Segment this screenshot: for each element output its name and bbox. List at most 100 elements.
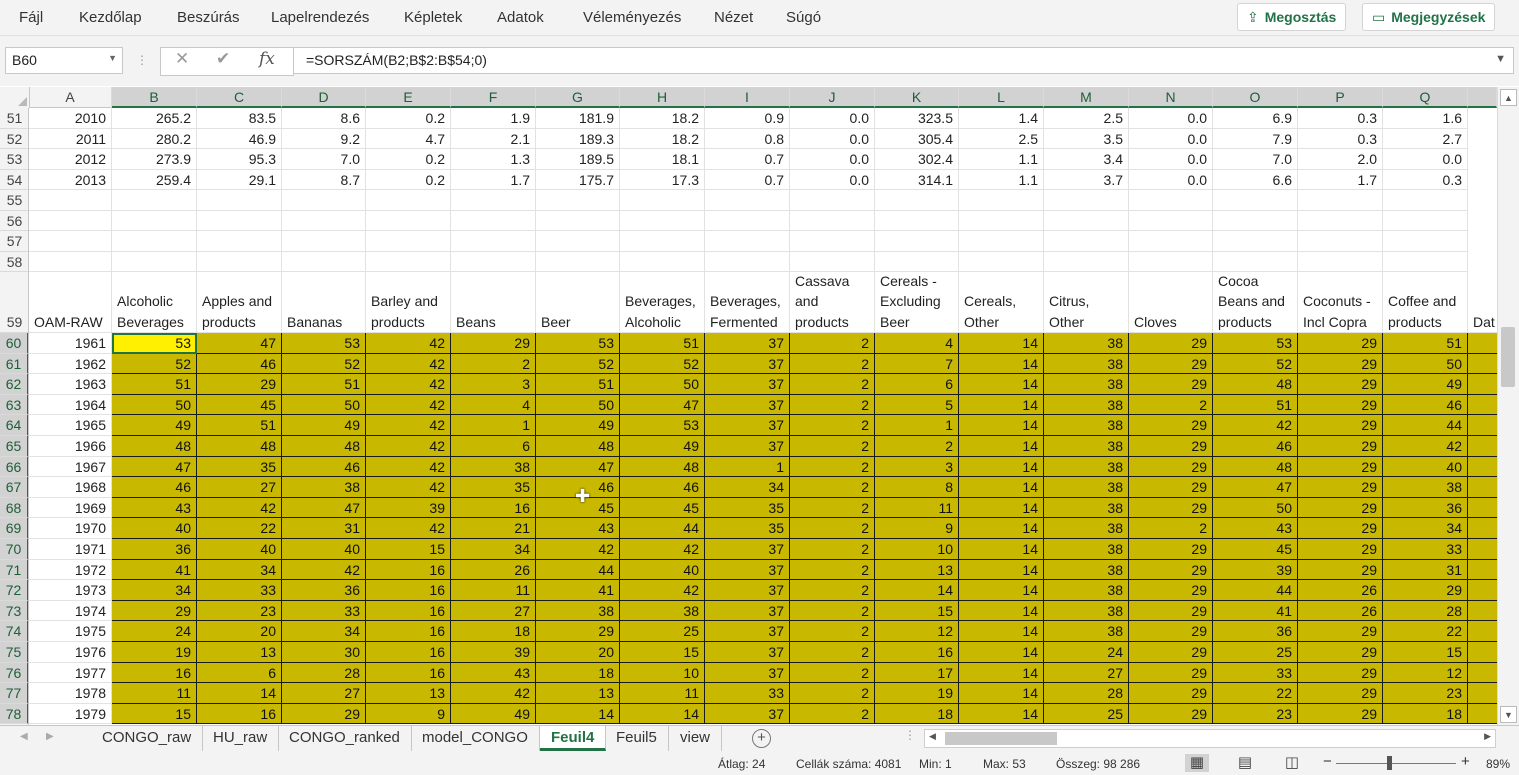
zoom-slider[interactable]	[1336, 763, 1456, 764]
data-cell[interactable]: 3.7	[1044, 170, 1129, 190]
rank-cell[interactable]: 2	[790, 477, 875, 498]
empty-cell[interactable]	[959, 190, 1044, 211]
rank-cell[interactable]: 44	[1383, 415, 1468, 436]
rank-cell[interactable]: 2	[875, 436, 959, 457]
row-header[interactable]: 54	[0, 170, 28, 190]
rank-cell[interactable]: 35	[197, 456, 282, 478]
data-cell[interactable]: 9.2	[282, 129, 366, 149]
rank-cell[interactable]: 29	[1298, 539, 1383, 560]
rank-cell[interactable]: 4	[875, 333, 959, 354]
data-cell[interactable]: 1.1	[959, 149, 1044, 170]
empty-cell[interactable]	[197, 252, 282, 272]
rank-cell[interactable]: 34	[282, 621, 366, 642]
row-header[interactable]: 73	[0, 600, 28, 622]
zoom-in-button[interactable]: +	[1461, 753, 1470, 770]
row-header[interactable]: 66	[0, 456, 28, 478]
rank-cell[interactable]: 14	[959, 642, 1044, 663]
rank-cell[interactable]: 51	[1213, 394, 1298, 416]
empty-cell[interactable]	[197, 190, 282, 211]
rank-cell[interactable]: 42	[620, 580, 705, 601]
page-layout-icon[interactable]: ▤	[1233, 754, 1257, 772]
rank-cell[interactable]: 26	[451, 559, 536, 581]
rank-cell[interactable]: 42	[197, 497, 282, 519]
zoom-slider-thumb[interactable]	[1387, 756, 1392, 770]
rank-cell[interactable]: 2	[790, 559, 875, 581]
data-cell[interactable]: 302.4	[875, 149, 959, 170]
rank-cell[interactable]: 14	[536, 703, 620, 725]
data-cell[interactable]: 7.0	[1213, 149, 1298, 170]
empty-cell[interactable]	[790, 211, 875, 231]
share-button[interactable]: ⇪ Megosztás	[1237, 3, 1347, 31]
rank-cell[interactable]: 38	[536, 600, 620, 622]
year-cell[interactable]: 1963	[29, 374, 112, 395]
rank-cell[interactable]: 14	[959, 394, 1044, 416]
rank-cell[interactable]: 38	[451, 456, 536, 478]
rank-cell[interactable]	[1468, 642, 1497, 663]
empty-cell[interactable]	[282, 231, 366, 252]
rank-cell[interactable]: 49	[1383, 374, 1468, 395]
column-header[interactable]: G	[536, 87, 620, 108]
rank-cell[interactable]: 22	[197, 518, 282, 539]
rank-cell[interactable]: 33	[197, 580, 282, 601]
rank-cell[interactable]: 28	[1383, 600, 1468, 622]
data-cell[interactable]: 2.7	[1383, 129, 1468, 149]
year-cell[interactable]: 1969	[29, 497, 112, 519]
column-title-cell[interactable]: Cereals, Other	[959, 272, 1044, 333]
rank-cell[interactable]: 51	[536, 374, 620, 395]
rank-cell[interactable]: 52	[112, 353, 197, 375]
rank-cell[interactable]	[1468, 477, 1497, 498]
column-header[interactable]: P	[1298, 87, 1383, 108]
column-header[interactable]: I	[705, 87, 790, 108]
column-title-cell[interactable]: Cocoa Beans and products	[1213, 272, 1298, 333]
data-cell[interactable]: 259.4	[112, 170, 197, 190]
rank-cell[interactable]: 14	[959, 539, 1044, 560]
formula-input[interactable]: =SORSZÁM(B2;B$2:B$54;0) ▼	[293, 47, 1514, 74]
data-cell[interactable]: 7.9	[1213, 129, 1298, 149]
data-cell[interactable]: 1.1	[959, 170, 1044, 190]
column-header[interactable]: J	[790, 87, 875, 108]
rank-cell[interactable]: 14	[197, 683, 282, 704]
rank-cell[interactable]: 29	[1129, 683, 1213, 704]
rank-cell[interactable]: 37	[705, 415, 790, 436]
empty-cell[interactable]	[959, 252, 1044, 272]
rank-cell[interactable]: 37	[705, 703, 790, 725]
rank-cell[interactable]: 50	[282, 394, 366, 416]
chevron-down-icon[interactable]: ▼	[108, 53, 117, 63]
rank-cell[interactable]: 1	[705, 456, 790, 478]
rank-cell[interactable]: 42	[366, 518, 451, 539]
rank-cell[interactable]: 29	[1383, 580, 1468, 601]
rank-cell[interactable]: 22	[1213, 683, 1298, 704]
rank-cell[interactable]: 6	[875, 374, 959, 395]
data-cell[interactable]: 1.9	[451, 108, 536, 129]
rank-cell[interactable]: 29	[1298, 415, 1383, 436]
rank-cell[interactable]: 42	[366, 394, 451, 416]
year-cell[interactable]: 1971	[29, 539, 112, 560]
rank-cell[interactable]	[1468, 621, 1497, 642]
rank-cell[interactable]: 2	[790, 539, 875, 560]
rank-cell[interactable]: 16	[366, 559, 451, 581]
row-header[interactable]: 60	[0, 333, 28, 354]
empty-cell[interactable]	[366, 211, 451, 231]
empty-cell[interactable]	[29, 231, 112, 252]
year-cell[interactable]: 1978	[29, 683, 112, 704]
row-header[interactable]: 74	[0, 621, 28, 642]
rank-cell[interactable]: 29	[1129, 333, 1213, 354]
rank-cell[interactable]: 2	[790, 662, 875, 684]
horizontal-scrollbar[interactable]: ◀ ▶	[924, 729, 1496, 748]
column-header[interactable]: Q	[1383, 87, 1468, 108]
rank-cell[interactable]: 14	[959, 436, 1044, 457]
prev-sheet-icon[interactable]: ◀	[20, 731, 28, 742]
rank-cell[interactable]: 2	[790, 518, 875, 539]
rank-cell[interactable]: 28	[1044, 683, 1129, 704]
rank-cell[interactable]: 16	[112, 662, 197, 684]
rank-cell[interactable]: 14	[959, 580, 1044, 601]
rank-cell[interactable]: 29	[112, 600, 197, 622]
data-cell[interactable]: 83.5	[197, 108, 282, 129]
rank-cell[interactable]: 29	[1298, 456, 1383, 478]
rank-cell[interactable]: 36	[1213, 621, 1298, 642]
rank-cell[interactable]: 53	[282, 333, 366, 354]
column-header[interactable]	[1468, 87, 1497, 108]
rank-cell[interactable]: 38	[282, 477, 366, 498]
rank-cell[interactable]: 1	[875, 415, 959, 436]
data-cell[interactable]: 2.1	[451, 129, 536, 149]
